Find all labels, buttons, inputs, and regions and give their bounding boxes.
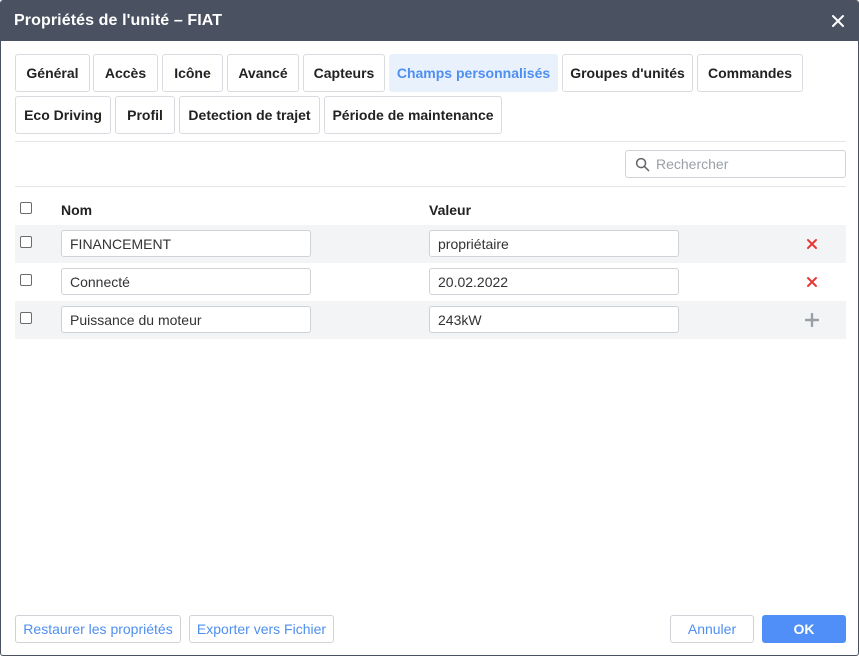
value-field[interactable] [429,268,679,295]
table-row [15,225,846,263]
row-checkbox[interactable] [20,236,32,248]
tab-commandes[interactable]: Commandes [697,54,803,92]
tab-general[interactable]: Général [15,54,90,92]
name-field[interactable] [61,268,311,295]
delete-icon[interactable] [806,238,818,250]
tab-periode-maintenance[interactable]: Période de maintenance [324,96,502,134]
search-box[interactable] [625,150,846,178]
row-checkbox[interactable] [20,274,32,286]
tab-acces[interactable]: Accès [93,54,158,92]
divider [15,141,846,142]
tab-capteurs[interactable]: Capteurs [303,54,385,92]
tab-champs-personnalises[interactable]: Champs personnalisés [389,54,558,92]
restore-properties-button[interactable]: Restaurer les propriétés [15,615,181,643]
name-field[interactable] [61,230,311,257]
value-field[interactable] [429,230,679,257]
tab-avance[interactable]: Avancé [227,54,299,92]
dialog-title: Propriétés de l'unité – FIAT [14,12,223,29]
tab-detection-trajet[interactable]: Detection de trajet [179,96,320,134]
close-icon[interactable] [830,13,846,29]
tab-eco-driving[interactable]: Eco Driving [15,96,111,134]
column-header-name: Nom [61,202,93,218]
tab-profil[interactable]: Profil [115,96,175,134]
table-row [15,301,846,339]
cancel-button[interactable]: Annuler [670,615,754,643]
tab-groupes-unites[interactable]: Groupes d'unités [562,54,693,92]
plus-icon[interactable] [805,313,819,327]
select-all-checkbox[interactable] [20,202,32,214]
tab-icone[interactable]: Icône [162,54,223,92]
search-input[interactable] [656,154,841,174]
table-row [15,263,846,301]
title-bar: Propriétés de l'unité – FIAT [1,1,858,41]
name-field[interactable] [61,306,311,333]
value-field[interactable] [429,306,679,333]
divider [15,186,846,187]
column-header-value: Valeur [429,202,472,218]
delete-icon[interactable] [806,276,818,288]
ok-button[interactable]: OK [762,615,846,643]
search-icon [635,157,650,172]
export-to-file-button[interactable]: Exporter vers Fichier [189,615,334,643]
unit-properties-dialog: Propriétés de l'unité – FIAT Général Acc… [0,0,859,656]
row-checkbox[interactable] [20,312,32,324]
